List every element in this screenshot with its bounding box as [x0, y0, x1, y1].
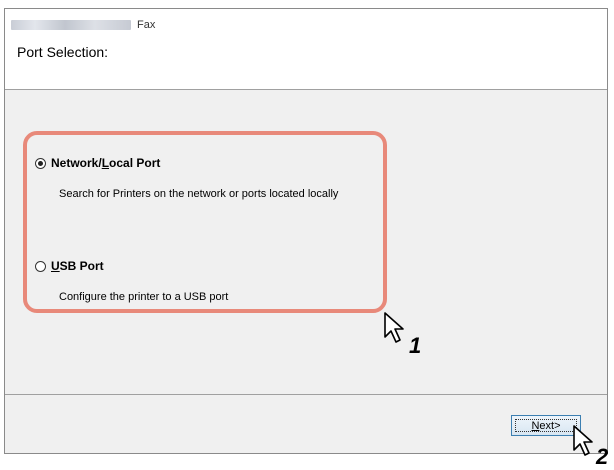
window-title-text: Fax [137, 19, 156, 31]
usb-port-option[interactable]: USB Port [35, 259, 104, 273]
network-local-port-description: Search for Printers on the network or po… [59, 188, 339, 200]
label-access-key: U [51, 259, 60, 273]
installer-window: Fax Port Selection: Network/Local Port S… [4, 8, 608, 454]
arrow-cursor-icon [384, 312, 404, 343]
label-part: ocal Port [109, 156, 161, 170]
step-callout-2: 2 [596, 444, 609, 469]
page-heading: Port Selection: [17, 44, 109, 60]
focus-rect [515, 419, 577, 432]
arrow-cursor-icon [573, 425, 593, 456]
wizard-footer: Next> [5, 395, 607, 453]
usb-port-description: Configure the printer to a USB port [59, 291, 229, 303]
usb-port-label[interactable]: USB Port [51, 259, 104, 273]
label-part: SB Port [59, 259, 104, 273]
network-local-port-option[interactable]: Network/Local Port [35, 156, 160, 170]
label-part: Network/ [51, 156, 102, 170]
wizard-body: Network/Local Port Search for Printers o… [5, 90, 607, 395]
label-access-key: L [101, 156, 110, 170]
step-callout-1: 1 [409, 333, 422, 358]
network-local-port-label[interactable]: Network/Local Port [51, 156, 160, 170]
window-title: Fax [11, 17, 155, 33]
network-local-port-radio[interactable] [35, 157, 46, 169]
wizard-header: Fax Port Selection: [5, 9, 607, 90]
next-button[interactable]: Next> [511, 415, 581, 436]
redacted-model-name [11, 20, 131, 30]
usb-port-radio[interactable] [35, 260, 46, 272]
